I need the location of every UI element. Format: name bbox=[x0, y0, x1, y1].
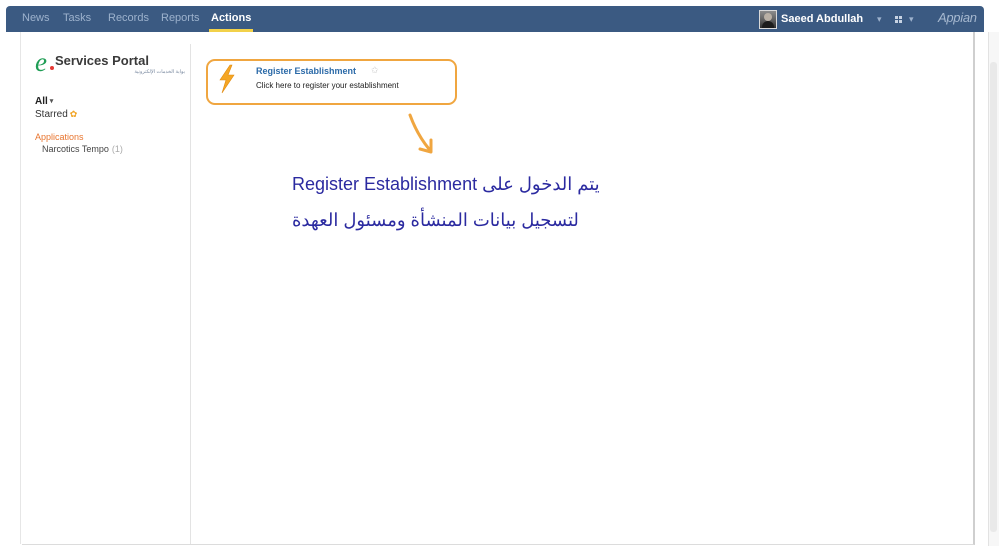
annotation-arrow-icon bbox=[408, 113, 433, 154]
application-count: (1) bbox=[111, 144, 123, 154]
scrollbar-thumb[interactable] bbox=[990, 62, 997, 532]
nav-tab-actions[interactable]: Actions bbox=[208, 6, 254, 32]
star-icon: ✿ bbox=[69, 109, 78, 119]
logo-subtitle: بوابة الخدمات الإلكترونية bbox=[134, 69, 185, 75]
annotation-english: Register Establishment bbox=[292, 174, 478, 194]
register-establishment-action[interactable]: Register Establishment ✩ Click here to r… bbox=[206, 59, 457, 105]
logo-e-mark: e bbox=[35, 47, 47, 77]
nav-tab-reports[interactable]: Reports bbox=[161, 6, 200, 32]
nav-tab-news[interactable]: News bbox=[22, 6, 50, 32]
filter-starred[interactable]: Starred ✿ bbox=[35, 109, 77, 120]
filter-all[interactable]: All ▾ bbox=[35, 96, 53, 107]
avatar[interactable] bbox=[759, 10, 777, 29]
application-item-narcotics-tempo[interactable]: Narcotics Tempo (1) bbox=[42, 144, 123, 154]
application-name[interactable]: Narcotics Tempo bbox=[42, 144, 109, 154]
top-nav-bar: News Tasks Records Reports Actions Saeed… bbox=[6, 6, 984, 32]
vertical-scrollbar[interactable] bbox=[988, 32, 999, 546]
content-frame bbox=[22, 32, 975, 545]
filter-all-label[interactable]: All bbox=[35, 96, 48, 107]
action-title[interactable]: Register Establishment bbox=[256, 66, 356, 76]
applications-heading: Applications bbox=[35, 132, 84, 142]
logo-title: Services Portal bbox=[55, 53, 149, 68]
sidebar-divider bbox=[190, 44, 191, 544]
logo-dot bbox=[50, 66, 54, 70]
annotation-line-2: لتسجيل بيانات المنشأة ومسئول العهدة bbox=[292, 210, 579, 230]
star-outline-icon[interactable]: ✩ bbox=[371, 65, 379, 76]
frame-left-border bbox=[20, 32, 21, 544]
nav-tab-records[interactable]: Records bbox=[108, 6, 149, 32]
app-grid-icon[interactable] bbox=[895, 16, 905, 24]
annotation-line-1: Register Establishment يتم الدخول على bbox=[292, 172, 712, 196]
nav-tab-tasks[interactable]: Tasks bbox=[63, 6, 91, 32]
app-menu-chevron-down-icon[interactable]: ▾ bbox=[909, 9, 914, 29]
chevron-down-icon[interactable]: ▾ bbox=[50, 98, 54, 105]
user-menu-chevron-down-icon[interactable]: ▾ bbox=[877, 9, 882, 29]
action-description: Click here to register your establishmen… bbox=[256, 81, 399, 90]
lightning-bolt-icon bbox=[219, 64, 235, 94]
eservices-portal-logo: e Services Portal بوابة الخدمات الإلكترو… bbox=[35, 47, 190, 83]
user-name[interactable]: Saeed Abdullah bbox=[781, 9, 863, 29]
appian-logo: Appian bbox=[938, 10, 977, 25]
annotation-arabic-prefix: يتم الدخول على bbox=[482, 174, 600, 194]
filter-starred-label[interactable]: Starred bbox=[35, 109, 68, 120]
